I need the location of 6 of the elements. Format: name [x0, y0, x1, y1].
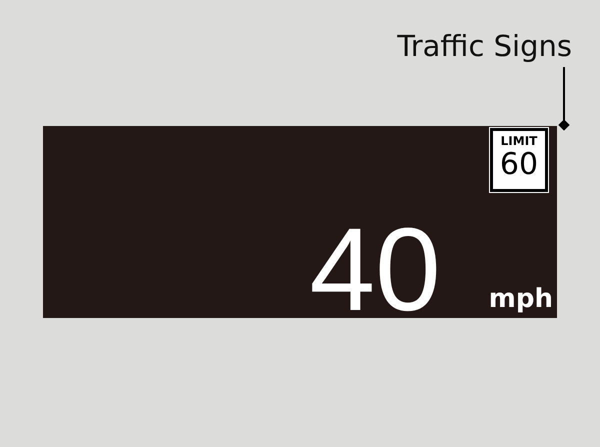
leader-line — [558, 67, 570, 133]
speed-value: 40 — [310, 222, 441, 318]
sign-value: 60 — [500, 148, 538, 182]
sign-title: LIMIT — [500, 134, 538, 148]
callout-label: Traffic Signs — [397, 28, 572, 65]
speed-unit: mph — [488, 284, 553, 314]
